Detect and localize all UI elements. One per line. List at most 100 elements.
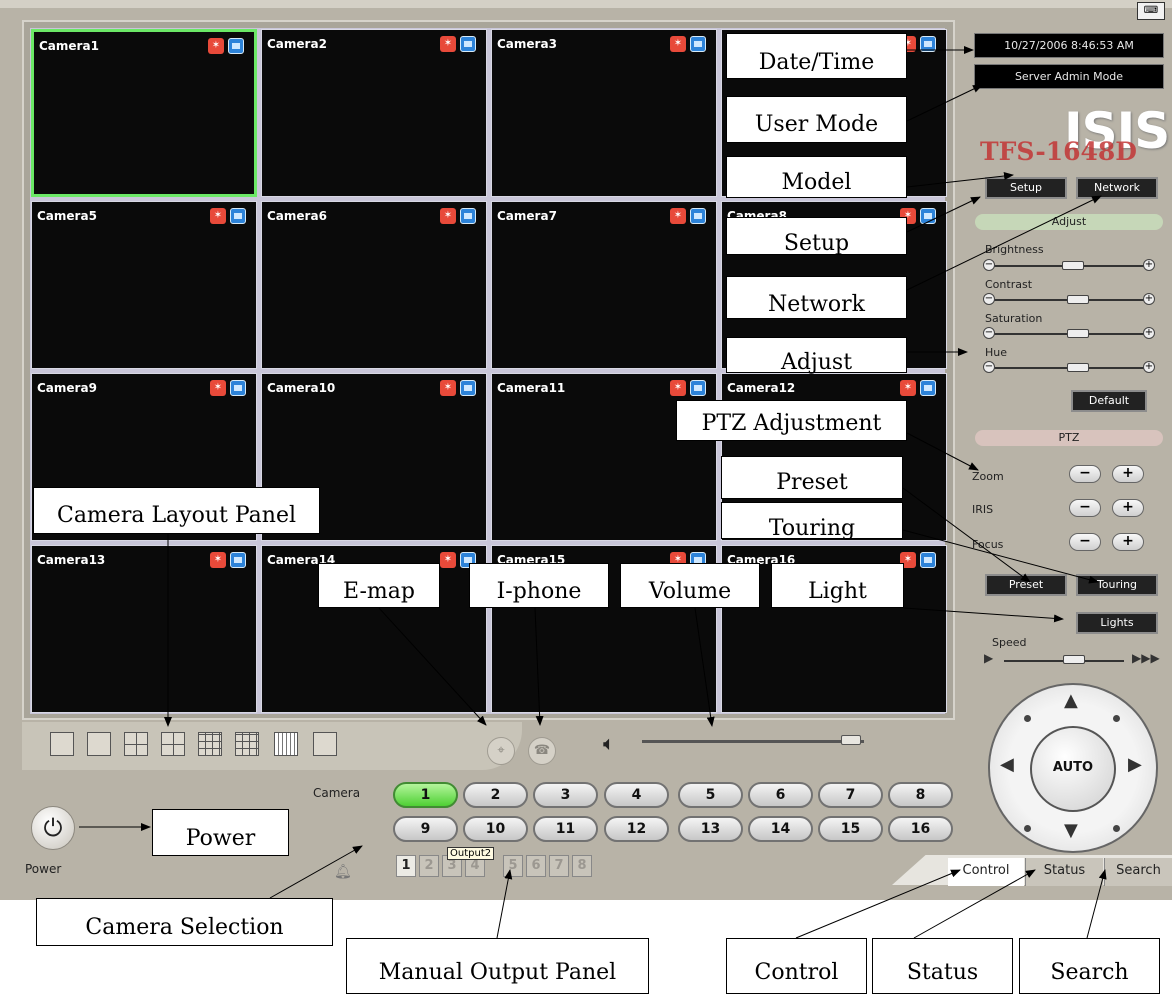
iris-label: IRIS bbox=[972, 503, 994, 516]
hue-plus-icon[interactable]: + bbox=[1143, 361, 1155, 373]
camera-select-button[interactable]: 1 bbox=[393, 782, 458, 808]
fullscreen-layout-icon[interactable] bbox=[50, 732, 74, 756]
camera-tile[interactable]: Camera11 ✶ bbox=[491, 373, 717, 541]
camera-select-button[interactable]: 9 bbox=[393, 816, 458, 842]
camera-select-button[interactable]: 8 bbox=[888, 782, 953, 808]
record-status-icon bbox=[228, 38, 244, 54]
power-button[interactable]: ⏻ bbox=[31, 806, 75, 850]
ptz-down-icon[interactable]: ▼ bbox=[1064, 820, 1078, 841]
contrast-thumb[interactable] bbox=[1067, 295, 1089, 304]
tab-search[interactable]: Search bbox=[1104, 858, 1172, 886]
focus-near-button[interactable]: − bbox=[1069, 533, 1101, 551]
ptz-section-header: PTZ bbox=[975, 430, 1163, 446]
bell-icon: 🔔︎ bbox=[334, 864, 352, 880]
hue-minus-icon[interactable]: − bbox=[983, 361, 995, 373]
single-layout-icon[interactable] bbox=[87, 732, 111, 756]
camera-select-button[interactable]: 4 bbox=[604, 782, 669, 808]
camera-tile[interactable]: Camera1 ✶ bbox=[31, 29, 257, 197]
camera-select-button[interactable]: 2 bbox=[463, 782, 528, 808]
motion-alert-icon: ✶ bbox=[900, 380, 916, 396]
hue-thumb[interactable] bbox=[1067, 363, 1089, 372]
ptz-auto-button[interactable]: AUTO bbox=[1030, 726, 1116, 812]
output-button[interactable]: 5 bbox=[503, 855, 523, 877]
camera-select-button[interactable]: 6 bbox=[748, 782, 813, 808]
record-status-icon bbox=[920, 208, 936, 224]
brightness-thumb[interactable] bbox=[1062, 261, 1084, 270]
default-button[interactable]: Default bbox=[1071, 390, 1147, 412]
camera-select-button[interactable]: 11 bbox=[533, 816, 598, 842]
saturation-minus-icon[interactable]: − bbox=[983, 327, 995, 339]
saturation-thumb[interactable] bbox=[1067, 329, 1089, 338]
contrast-plus-icon[interactable]: + bbox=[1143, 293, 1155, 305]
camera-tile[interactable]: Camera6 ✶ bbox=[261, 201, 487, 369]
contrast-minus-icon[interactable]: − bbox=[983, 293, 995, 305]
iphone-button[interactable]: ☎ bbox=[528, 737, 556, 765]
speed-thumb[interactable] bbox=[1063, 655, 1085, 664]
output-button[interactable]: 7 bbox=[549, 855, 569, 877]
tab-control[interactable]: Control bbox=[948, 858, 1024, 886]
quad-layout-icon[interactable] bbox=[124, 732, 148, 756]
camera-tile-label: Camera1 bbox=[39, 39, 99, 53]
emap-button[interactable]: ⌖ bbox=[487, 737, 515, 765]
ptz-down-left-icon[interactable] bbox=[1024, 825, 1031, 832]
camera-select-button[interactable]: 12 bbox=[604, 816, 669, 842]
zoom-out-button[interactable]: − bbox=[1069, 465, 1101, 483]
output-button[interactable]: 2 bbox=[419, 855, 439, 877]
preset-button[interactable]: Preset bbox=[985, 574, 1067, 596]
output-button[interactable]: 8 bbox=[572, 855, 592, 877]
volume-icon: 🔈︎ bbox=[603, 731, 615, 755]
camera-select-button[interactable]: 14 bbox=[748, 816, 813, 842]
tab-status[interactable]: Status bbox=[1025, 858, 1103, 886]
iris-open-button[interactable]: + bbox=[1112, 499, 1144, 517]
camera-select-button[interactable]: 13 bbox=[678, 816, 743, 842]
focus-far-button[interactable]: + bbox=[1112, 533, 1144, 551]
callout-adjust: Adjust bbox=[726, 337, 907, 375]
ten-layout-icon[interactable] bbox=[235, 732, 259, 756]
camera-select-button[interactable]: 3 bbox=[533, 782, 598, 808]
ptz-up-left-icon[interactable] bbox=[1024, 715, 1031, 722]
ptz-left-icon[interactable]: ◀ bbox=[1000, 754, 1014, 775]
touring-button[interactable]: Touring bbox=[1076, 574, 1158, 596]
camera-select-button[interactable]: 16 bbox=[888, 816, 953, 842]
brightness-plus-icon[interactable]: + bbox=[1143, 259, 1155, 271]
camera-select-button[interactable]: 10 bbox=[463, 816, 528, 842]
lights-button[interactable]: Lights bbox=[1076, 612, 1158, 634]
camera-select-button[interactable]: 15 bbox=[818, 816, 883, 842]
brightness-minus-icon[interactable]: − bbox=[983, 259, 995, 271]
camera-tile-label: Camera5 bbox=[37, 209, 97, 223]
volume-slider-thumb[interactable] bbox=[841, 735, 861, 745]
output-button[interactable]: 6 bbox=[526, 855, 546, 877]
callout-search: Search bbox=[1019, 938, 1160, 994]
camera-tile[interactable]: Camera5 ✶ bbox=[31, 201, 257, 369]
callout-model: Model bbox=[726, 156, 907, 198]
sixteen-layout-icon[interactable] bbox=[274, 732, 298, 756]
ptz-up-icon[interactable]: ▲ bbox=[1064, 690, 1078, 711]
nine-layout-icon[interactable] bbox=[198, 732, 222, 756]
saturation-label: Saturation bbox=[985, 312, 1043, 325]
camera-selection-label: Camera bbox=[313, 786, 361, 800]
output-button[interactable]: 1 bbox=[396, 855, 416, 877]
iris-close-button[interactable]: − bbox=[1069, 499, 1101, 517]
ptz-down-right-icon[interactable] bbox=[1113, 825, 1120, 832]
multi-window-layout-icon[interactable] bbox=[313, 732, 337, 756]
callout-power: Power bbox=[152, 809, 289, 856]
camera-select-button[interactable]: 7 bbox=[818, 782, 883, 808]
camera-tile[interactable]: Camera2 ✶ bbox=[261, 29, 487, 197]
ptz-up-right-icon[interactable] bbox=[1113, 715, 1120, 722]
camera-tile[interactable]: Camera3 ✶ bbox=[491, 29, 717, 197]
ptz-right-icon[interactable]: ▶ bbox=[1128, 754, 1142, 775]
camera-tile[interactable]: Camera13 ✶ bbox=[31, 545, 257, 713]
keyboard-icon[interactable]: ⌨ bbox=[1137, 2, 1165, 20]
volume-slider-track[interactable] bbox=[642, 740, 864, 743]
callout-datetime: Date/Time bbox=[726, 33, 907, 79]
network-button[interactable]: Network bbox=[1076, 177, 1158, 199]
camera-select-button[interactable]: 5 bbox=[678, 782, 743, 808]
zoom-in-button[interactable]: + bbox=[1112, 465, 1144, 483]
record-status-icon bbox=[460, 380, 476, 396]
setup-button[interactable]: Setup bbox=[985, 177, 1067, 199]
camera-tile[interactable]: Camera7 ✶ bbox=[491, 201, 717, 369]
camera-tile-label: Camera7 bbox=[497, 209, 557, 223]
six-layout-icon[interactable] bbox=[161, 732, 185, 756]
camera-tile-label: Camera9 bbox=[37, 381, 97, 395]
saturation-plus-icon[interactable]: + bbox=[1143, 327, 1155, 339]
